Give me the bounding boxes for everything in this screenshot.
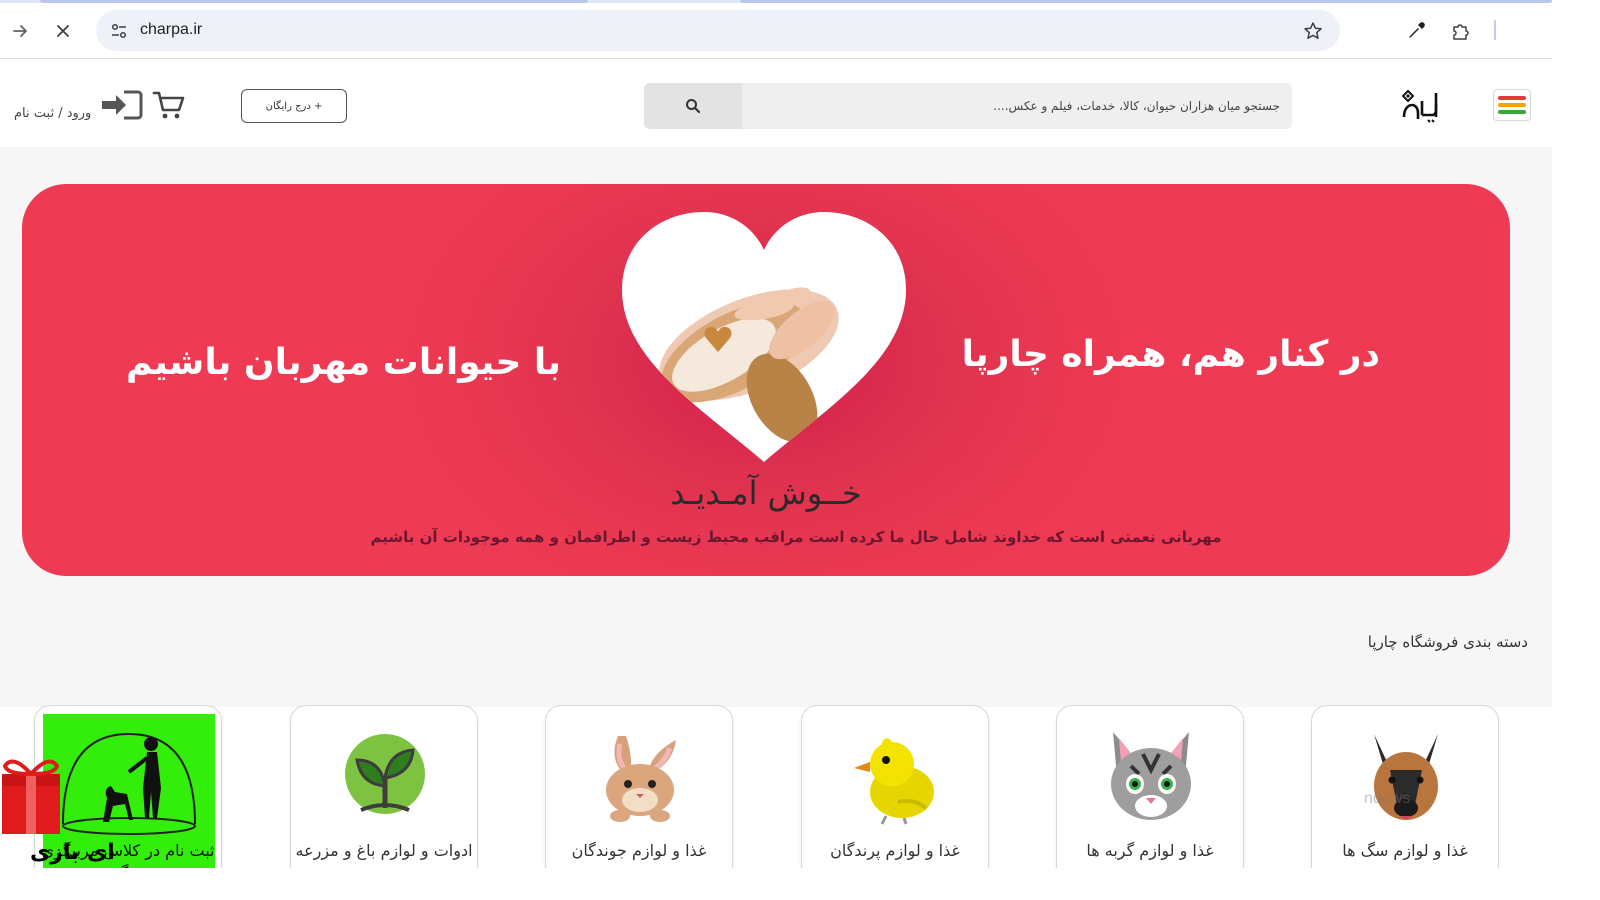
right-margin [1552, 0, 1600, 900]
site-search [644, 83, 1292, 129]
cart-button[interactable] [152, 89, 186, 121]
categories-title: دسته بندی فروشگاه چارپا [1367, 633, 1528, 651]
search-icon [686, 99, 701, 114]
login-label: ورود / ثبت نام [14, 106, 92, 121]
bird-icon [854, 738, 934, 825]
plant-icon [345, 734, 425, 814]
dog-icon [1374, 734, 1438, 820]
menu-button[interactable] [1493, 89, 1531, 121]
search-input[interactable] [742, 83, 1292, 129]
watermark-text: ای بازی [30, 840, 115, 865]
rabbit-icon [606, 736, 676, 822]
tab-strip-edge [0, 0, 1552, 3]
toolbar-divider [1494, 20, 1496, 40]
category-card-cats[interactable]: غذا و لوازم گربه ها [1056, 705, 1244, 885]
cat-icon [1111, 732, 1191, 820]
banner-title-left: با حیوانات مهربان باشیم [126, 342, 561, 383]
tab-indicator [740, 0, 1552, 3]
menu-bar-red [1498, 96, 1526, 100]
banner-subtitle: مهربانی نعمتی است که خداوند شامل حال ما … [370, 528, 1222, 546]
eyedropper-icon [1409, 22, 1425, 38]
activate-windows-text: ndows [1364, 790, 1411, 807]
login-link[interactable]: ورود / ثبت نام [14, 87, 143, 123]
category-label: غذا و لوازم پرندگان [830, 841, 960, 860]
hero-banner[interactable]: در کنار هم، همراه چارپا با حیوانات مهربا… [22, 184, 1510, 576]
url-text[interactable]: charpa.ir [140, 21, 202, 39]
free-ad-button[interactable]: + درج رایگان [241, 89, 347, 123]
eyedropper-extension-button[interactable] [1403, 18, 1429, 44]
banner-title-right: در کنار هم، همراه چارپا [961, 334, 1380, 375]
login-icon [102, 90, 143, 120]
site-header: + درج رایگان ورود / ثبت نام [0, 59, 1552, 147]
tab-indicator [40, 0, 588, 3]
bottom-edge [0, 868, 1600, 900]
puzzle-icon [1453, 24, 1469, 40]
category-label: غذا و لوازم سگ ها [1342, 841, 1468, 860]
charpa-logo-icon [1401, 89, 1438, 123]
menu-bar-green [1498, 110, 1526, 114]
tune-icon [111, 23, 127, 39]
gift-icon [2, 759, 60, 834]
category-label: غذا و لوازم جوندگان [571, 841, 707, 860]
site-logo[interactable] [1398, 87, 1442, 123]
forward-button[interactable] [8, 18, 34, 44]
cart-icon [152, 91, 185, 119]
close-icon [57, 25, 69, 37]
heart-paw-image [622, 212, 906, 462]
arrow-forward-icon [13, 25, 27, 37]
site-info-button[interactable] [106, 18, 132, 44]
browser-toolbar: charpa.ir [0, 0, 1600, 58]
banner-welcome: خــوش آمـدیـد [670, 474, 862, 512]
category-label: ادوات و لوازم باغ و مزرعه [295, 841, 473, 860]
search-button[interactable] [644, 83, 742, 129]
address-bar[interactable]: charpa.ir [96, 10, 1340, 51]
stop-button[interactable] [50, 18, 76, 44]
category-card-garden[interactable]: ادوات و لوازم باغ و مزرعه [290, 705, 478, 885]
category-label: غذا و لوازم گربه ها [1086, 841, 1214, 860]
categories-row: غذا و لوازم سگ ها غذا و لوازم گربه ها غذ… [0, 695, 1552, 885]
menu-bar-orange [1498, 103, 1526, 107]
bookmark-button[interactable] [1300, 18, 1326, 44]
extensions-button[interactable] [1448, 18, 1474, 44]
star-icon [1304, 22, 1322, 39]
category-card-birds[interactable]: غذا و لوازم پرندگان [801, 705, 989, 885]
category-card-rodents[interactable]: غذا و لوازم جوندگان [545, 705, 733, 885]
